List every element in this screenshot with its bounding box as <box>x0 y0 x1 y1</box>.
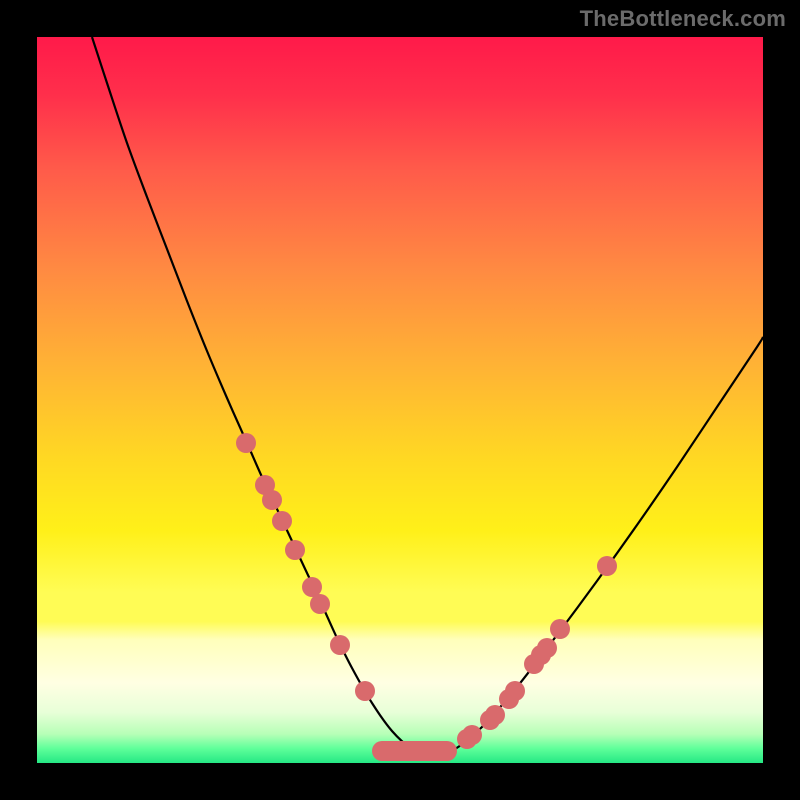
curve-line <box>92 37 763 757</box>
data-marker <box>302 577 322 597</box>
data-marker <box>537 638 557 658</box>
watermark-text: TheBottleneck.com <box>580 6 786 32</box>
data-marker <box>272 511 292 531</box>
data-marker <box>355 681 375 701</box>
data-marker <box>285 540 305 560</box>
data-marker <box>550 619 570 639</box>
left-markers <box>236 433 375 701</box>
data-marker <box>310 594 330 614</box>
data-marker <box>236 433 256 453</box>
data-marker <box>262 490 282 510</box>
data-marker <box>505 681 525 701</box>
data-marker <box>462 725 482 745</box>
chart-svg <box>37 37 763 763</box>
data-marker <box>330 635 350 655</box>
chart-frame: TheBottleneck.com <box>0 0 800 800</box>
data-marker <box>485 705 505 725</box>
bottleneck-curve <box>92 37 763 757</box>
plot-area <box>37 37 763 763</box>
data-marker <box>597 556 617 576</box>
